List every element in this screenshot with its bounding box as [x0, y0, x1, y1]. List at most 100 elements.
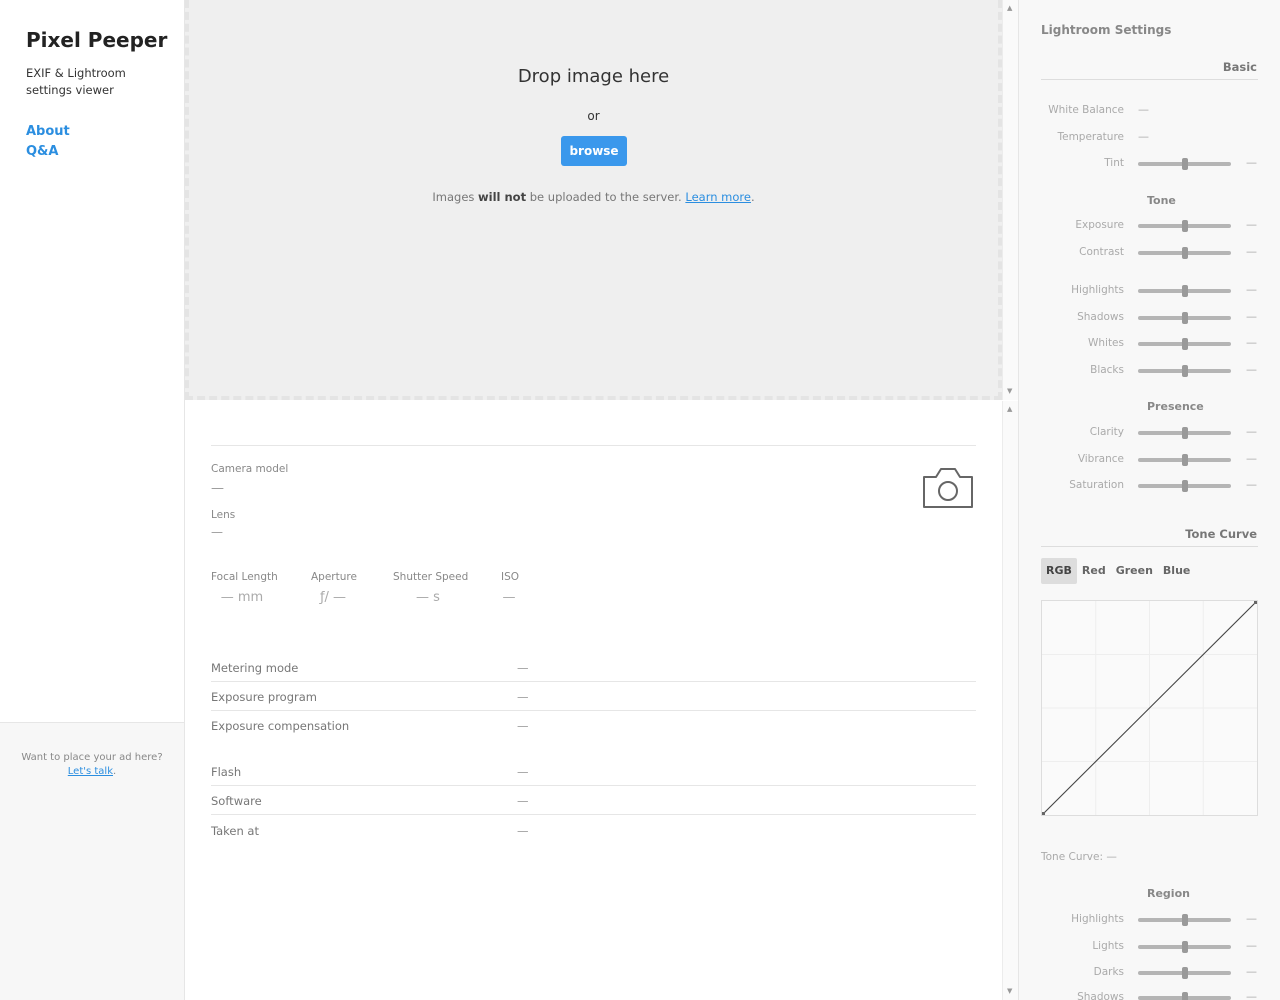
setting-value: — [1138, 103, 1149, 116]
setting-value: — [1246, 912, 1257, 925]
tab-red[interactable]: Red [1077, 558, 1111, 584]
setting-value: — [1246, 990, 1257, 1000]
row-value: — [517, 824, 529, 838]
vibrance-slider[interactable] [1138, 454, 1231, 466]
shadows-row: Shadows — [1019, 309, 1280, 327]
setting-label: Contrast [1079, 246, 1124, 258]
exposure-slider[interactable] [1138, 220, 1231, 232]
contrast-slider[interactable] [1138, 247, 1231, 259]
aperture-value: ƒ/ — [319, 590, 347, 605]
camera-model-value: — [211, 481, 224, 496]
divider [211, 445, 976, 446]
basic-section-heading: Basic [1222, 60, 1257, 74]
setting-label: Tint [1104, 157, 1124, 169]
setting-label: Whites [1087, 337, 1124, 349]
learn-more-link[interactable]: Learn more [685, 190, 751, 204]
curve-point-white[interactable] [1254, 601, 1257, 604]
drop-title: Drop image here [517, 66, 670, 87]
focal-length-value: — mm [220, 590, 264, 605]
image-drop-zone[interactable]: Drop image here or browse Images will no… [185, 0, 1002, 400]
iso-label: ISO [501, 571, 520, 583]
slider-thumb[interactable] [1181, 158, 1188, 170]
scroll-down-arrow-icon[interactable]: ▼ [1007, 387, 1012, 395]
region-shadows-slider[interactable] [1138, 992, 1231, 1000]
vibrance-row: Vibrance — [1019, 451, 1280, 469]
main-nav: About Q&A [26, 122, 70, 162]
nav-about-link[interactable]: About [26, 122, 70, 142]
ad-prompt: Want to place your ad here? [21, 752, 163, 763]
tint-slider[interactable] [1138, 158, 1231, 170]
highlights-row: Highlights — [1019, 282, 1280, 300]
region-highlights-slider[interactable] [1138, 914, 1231, 926]
setting-label: Clarity [1089, 426, 1124, 438]
exif-row-metering-mode: Metering mode — [211, 653, 976, 682]
setting-label: Darks [1093, 966, 1124, 978]
saturation-slider[interactable] [1138, 480, 1231, 492]
whites-row: Whites — [1019, 335, 1280, 353]
highlights-slider[interactable] [1138, 285, 1231, 297]
region-highlights-row: Highlights — [1019, 911, 1280, 929]
exif-row-software: Software — [211, 786, 976, 815]
tone-curve-status: Tone Curve: — [1041, 851, 1117, 863]
setting-label: Temperature [1057, 131, 1124, 143]
scroll-up-arrow-icon[interactable]: ▲ [1007, 4, 1012, 12]
focal-length-label: Focal Length [211, 571, 278, 583]
blacks-slider[interactable] [1138, 365, 1231, 377]
privacy-note: Images will not be uploaded to the serve… [189, 190, 998, 204]
region-heading: Region [1147, 887, 1190, 900]
camera-icon [923, 468, 973, 508]
row-label: Exposure program [211, 690, 317, 704]
row-value: — [517, 661, 529, 675]
ad-contact-link[interactable]: Let's talk [68, 766, 113, 777]
slider-thumb[interactable] [1181, 365, 1188, 377]
setting-label: Shadows [1077, 311, 1124, 323]
nav-qa-link[interactable]: Q&A [26, 142, 70, 162]
slider-thumb[interactable] [1181, 914, 1188, 926]
curve-point-black[interactable] [1042, 812, 1045, 815]
setting-label: Highlights [1071, 284, 1124, 296]
saturation-row: Saturation — [1019, 477, 1280, 495]
temperature-row: Temperature — [1019, 129, 1280, 147]
tab-rgb[interactable]: RGB [1041, 558, 1077, 584]
exif-row-taken-at: Taken at — [211, 816, 976, 845]
slider-thumb[interactable] [1181, 427, 1188, 439]
slider-thumb[interactable] [1181, 247, 1188, 259]
whites-slider[interactable] [1138, 338, 1231, 350]
browse-button[interactable]: browse [561, 136, 627, 166]
slider-thumb[interactable] [1181, 941, 1188, 953]
slider-thumb[interactable] [1181, 480, 1188, 492]
clarity-slider[interactable] [1138, 427, 1231, 439]
setting-value: — [1138, 130, 1149, 143]
region-lights-slider[interactable] [1138, 941, 1231, 953]
slider-thumb[interactable] [1181, 967, 1188, 979]
shadows-slider[interactable] [1138, 312, 1231, 324]
exif-scrollbar[interactable]: ▲ ▼ [1002, 401, 1018, 1000]
slider-thumb[interactable] [1181, 992, 1188, 1000]
region-darks-slider[interactable] [1138, 967, 1231, 979]
setting-value: — [1246, 283, 1257, 296]
slider-thumb[interactable] [1181, 285, 1188, 297]
slider-thumb[interactable] [1181, 220, 1188, 232]
tone-heading: Tone [1147, 194, 1176, 207]
row-value: — [517, 765, 529, 779]
slider-thumb[interactable] [1181, 312, 1188, 324]
lens-value: — [211, 525, 223, 539]
presence-heading: Presence [1147, 400, 1204, 413]
row-value: — [517, 794, 529, 808]
setting-value: — [1246, 336, 1257, 349]
scroll-up-arrow-icon[interactable]: ▲ [1007, 405, 1012, 413]
ad-text: Want to place your ad here? Let's talk. [0, 751, 184, 779]
tab-green[interactable]: Green [1111, 558, 1158, 584]
setting-value: — [1246, 310, 1257, 323]
setting-label: Lights [1092, 940, 1124, 952]
region-darks-row: Darks — [1019, 964, 1280, 982]
tab-blue[interactable]: Blue [1158, 558, 1195, 584]
slider-thumb[interactable] [1181, 338, 1188, 350]
scroll-down-arrow-icon[interactable]: ▼ [1007, 987, 1012, 995]
tone-curve-graph[interactable] [1041, 600, 1258, 816]
ad-box: Want to place your ad here? Let's talk. [0, 722, 184, 1000]
tint-row: Tint — [1019, 155, 1280, 173]
drop-zone-scrollbar[interactable]: ▲ ▼ [1002, 0, 1018, 400]
blacks-row: Blacks — [1019, 362, 1280, 380]
slider-thumb[interactable] [1181, 454, 1188, 466]
